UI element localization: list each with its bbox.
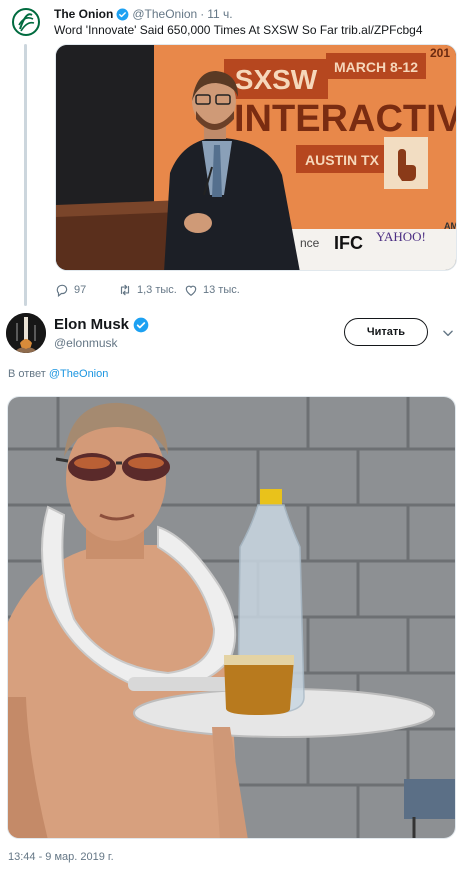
retweet-icon (120, 284, 130, 296)
parent-tweet-header: The Onion @TheOnion · 11 ч. (54, 7, 233, 21)
retweet-action[interactable]: 1,3 тыс. (118, 283, 184, 297)
tweet-timestamp[interactable]: 13:44 - 9 мар. 2019 г. (8, 851, 114, 863)
reply-target-link[interactable]: @TheOnion (49, 368, 108, 380)
reply-action[interactable]: 97 (55, 283, 118, 297)
main-tweet-photo[interactable] (7, 396, 456, 839)
author-name[interactable]: Elon Musk (54, 316, 129, 333)
sponsor-logo-4: AM (444, 221, 457, 231)
verified-badge-icon (116, 8, 129, 21)
sponsor-logo-1: nce (300, 236, 320, 250)
parent-tweet-photo[interactable]: SXSW MARCH 8-12 201 INTERACTIV AUSTIN TX… (55, 44, 457, 271)
chevron-down-icon[interactable] (441, 326, 455, 340)
parent-author-name[interactable]: The Onion (54, 7, 113, 21)
reply-prefix: В ответ (8, 368, 46, 380)
banner-date: MARCH 8-12 (334, 59, 418, 75)
like-count: 13 тыс. (203, 284, 240, 296)
onion-logo-icon (12, 8, 40, 36)
musk-avatar-image (6, 313, 46, 353)
author-name-row: Elon Musk (54, 316, 149, 333)
banner-austin: AUSTIN TX (305, 152, 380, 168)
thread-connector-line (24, 44, 27, 306)
reply-icon (56, 284, 68, 297)
like-action[interactable]: 13 тыс. (184, 283, 240, 297)
parent-author-handle[interactable]: @TheOnion (132, 7, 197, 21)
reply-context: В ответ @TheOnion (8, 368, 108, 380)
avatar[interactable] (6, 313, 46, 353)
retweet-count: 1,3 тыс. (137, 284, 177, 296)
banner-interactive: INTERACTIV (234, 98, 457, 140)
banner-year: 201 (430, 46, 450, 60)
parent-tweet-actions: 97 1,3 тыс. 13 тыс. (55, 283, 240, 297)
like-icon (185, 285, 197, 296)
banner-sxsw: SXSW (235, 64, 318, 95)
sxsw-speaker-image: SXSW MARCH 8-12 201 INTERACTIV AUSTIN TX… (56, 45, 457, 270)
header-separator: · (200, 7, 205, 21)
author-handle[interactable]: @elonmusk (54, 336, 118, 350)
parent-tweet-time[interactable]: 11 ч. (207, 7, 232, 21)
sponsor-logo-3: YAHOO! (376, 229, 426, 244)
onion-avatar[interactable] (10, 6, 42, 38)
sponsor-logo-2: IFC (334, 233, 363, 253)
parent-tweet-text: Word 'Innovate' Said 650,000 Times At SX… (54, 23, 423, 37)
reply-count: 97 (74, 284, 87, 296)
verified-badge-icon (133, 317, 149, 333)
follow-button[interactable]: Читать (344, 318, 428, 346)
toilet-seat-man-image (8, 397, 455, 838)
